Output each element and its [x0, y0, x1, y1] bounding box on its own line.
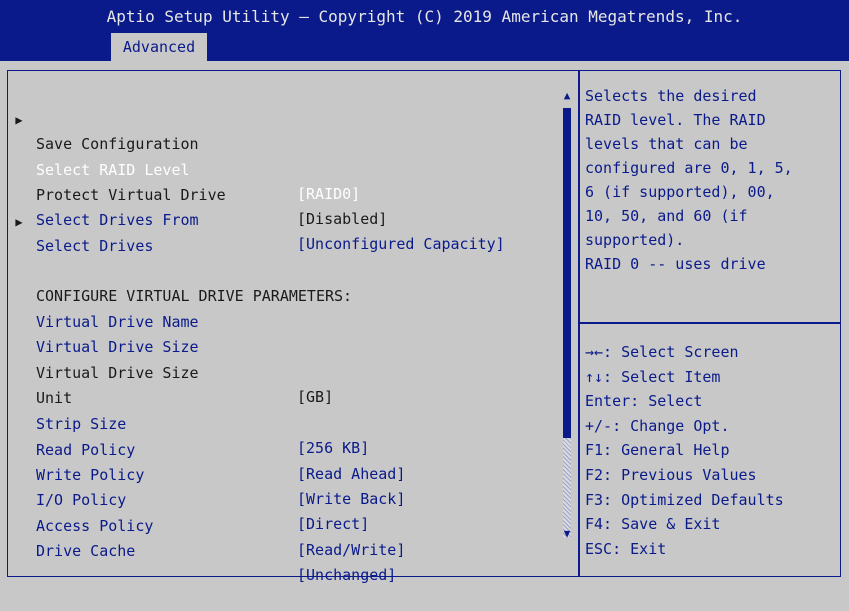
menu-item-access-policy[interactable]: Access Policy [Read/Write]: [0, 466, 560, 559]
scroll-up-icon[interactable]: ▲: [562, 90, 572, 102]
menu-item-read-policy[interactable]: Read Policy [Read Ahead]: [0, 390, 560, 483]
tab-advanced[interactable]: Advanced: [111, 33, 207, 61]
menu-item-unit-continuation: Unit: [0, 338, 560, 407]
menu-item-io-policy[interactable]: I/O Policy [Direct]: [0, 440, 560, 533]
help-separator: [580, 322, 840, 324]
menu-item-protect-virtual-drive[interactable]: Protect Virtual Drive [Disabled]: [0, 135, 560, 228]
menu-item-label: Select Drives From: [36, 211, 199, 229]
key-legend: →←: Select Screen ↑↓: Select Item Enter:…: [585, 340, 840, 561]
key-hint-exit: ESC: Exit: [585, 539, 667, 558]
menu-item-select-drives-from[interactable]: Select Drives From [Unconfigured Capacit…: [0, 160, 560, 253]
scroll-down-icon[interactable]: ▼: [562, 528, 572, 540]
menu-item-save-configuration[interactable]: ▶ Save Configuration: [0, 84, 560, 153]
section-heading-configure-parameters: CONFIGURE VIRTUAL DRIVE PARAMETERS:: [0, 236, 560, 305]
help-text-line: 6 (if supported), 00,: [585, 183, 775, 201]
menu-item-select-drives[interactable]: ▶ Select Drives: [0, 186, 560, 255]
menu-item-virtual-drive-size-unit[interactable]: Virtual Drive Size [GB]: [0, 313, 560, 406]
key-hint-general-help: F1: General Help: [585, 441, 730, 460]
help-text-line: RAID level. The RAID: [585, 111, 766, 129]
key-hint-change-opt: +/-: Change Opt.: [585, 416, 730, 435]
menu-item-value[interactable]: [Direct]: [297, 512, 369, 536]
menu-item-value[interactable]: [Unchanged]: [297, 563, 396, 587]
menu-item-virtual-drive-size[interactable]: Virtual Drive Size: [0, 287, 560, 356]
menu-item-value[interactable]: [Disabled]: [297, 207, 387, 231]
menu-item-write-policy[interactable]: Write Policy [Write Back]: [0, 415, 560, 508]
submenu-arrow-icon: ▶: [15, 215, 23, 229]
help-text-line: RAID 0 -- uses drive: [585, 255, 766, 273]
menu-item-strip-size[interactable]: Strip Size [256 KB]: [0, 364, 560, 457]
help-text-line: supported).: [585, 231, 685, 249]
scrollbar-thumb[interactable]: [563, 108, 571, 438]
key-hint-enter: Enter: Select: [585, 392, 703, 411]
key-hint-select-screen: →←: Select Screen: [585, 343, 739, 361]
help-text-line: 10, 50, and 60 (if: [585, 207, 748, 225]
key-hint-save-exit: F4: Save & Exit: [585, 515, 721, 534]
key-hint-optimized-defaults: F3: Optimized Defaults: [585, 490, 784, 509]
menu-item-virtual-drive-name[interactable]: Virtual Drive Name: [0, 262, 560, 331]
key-hint-select-item: ↑↓: Select Item: [585, 367, 721, 386]
app-title: Aptio Setup Utility – Copyright (C) 2019…: [106, 7, 743, 26]
help-text-line: Selects the desired: [585, 87, 757, 105]
menu-item-label: Drive Cache: [36, 542, 136, 560]
menu-item-label: Access Policy: [36, 517, 154, 535]
menu-item-value[interactable]: [Read/Write]: [297, 538, 405, 562]
menu-item-drive-cache[interactable]: Drive Cache [Unchanged]: [0, 491, 560, 584]
title-bar: Aptio Setup Utility – Copyright (C) 2019…: [0, 0, 849, 61]
help-text-line: configured are 0, 1, 5,: [585, 159, 793, 177]
help-text-line: levels that can be: [585, 135, 748, 153]
help-panel: Selects the desired RAID level. The RAID…: [585, 84, 840, 304]
key-hint-previous-values: F2: Previous Values: [585, 465, 757, 484]
menu-item-select-raid-level[interactable]: Select RAID Level [RAID0]: [0, 110, 560, 203]
